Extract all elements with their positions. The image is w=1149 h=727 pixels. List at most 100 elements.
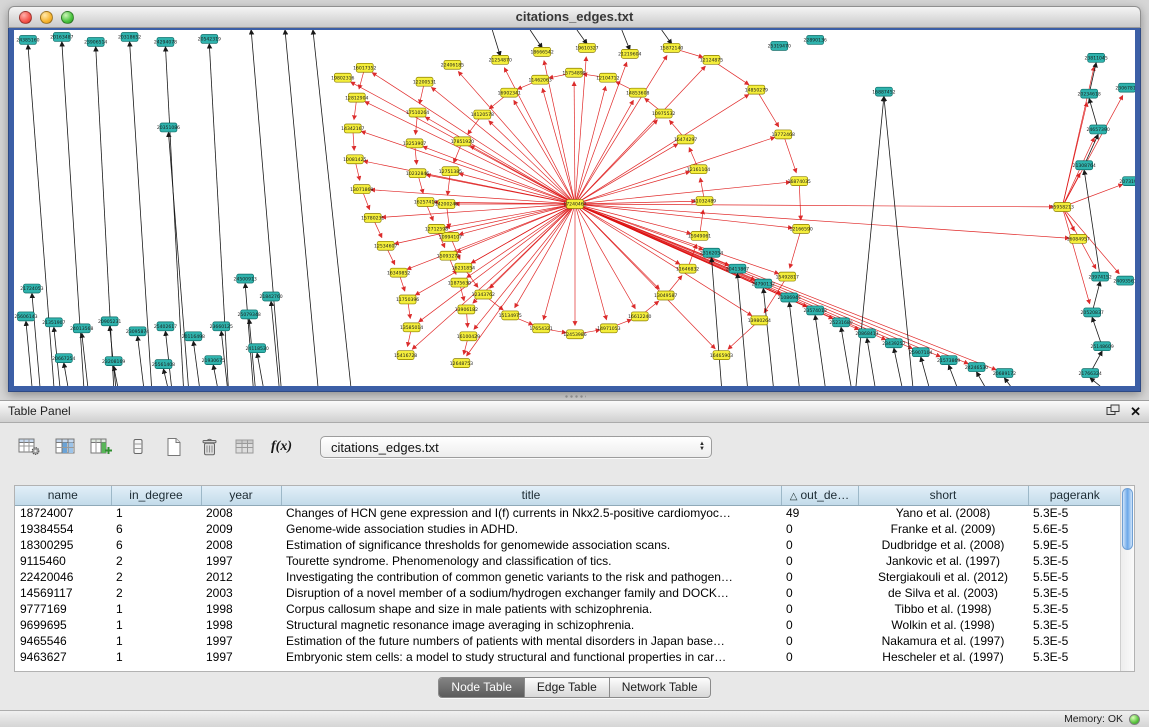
close-window-button[interactable] <box>19 11 32 24</box>
table-row[interactable]: 2242004622012Investigating the contribut… <box>15 569 1121 585</box>
table-row[interactable]: 911546021997Tourette syndrome. Phenomeno… <box>15 553 1121 569</box>
show-columns-button[interactable] <box>52 434 79 460</box>
table-row[interactable]: 1830029562008Estimation of significance … <box>15 537 1121 553</box>
graph-node[interactable]: 12648753 <box>450 359 473 368</box>
new-file-button[interactable] <box>160 434 187 460</box>
graph-node[interactable]: 19802316 <box>331 73 354 82</box>
close-panel-button[interactable]: ✕ <box>1130 401 1141 422</box>
column-header-in_degree[interactable]: in_degree <box>111 486 201 505</box>
graph-node[interactable]: 23660125 <box>210 322 233 331</box>
graph-node[interactable]: 24118530 <box>246 344 269 353</box>
graph-node[interactable]: 25079348 <box>238 310 261 319</box>
graph-node[interactable]: 15134975 <box>499 311 522 320</box>
column-header-name[interactable]: name <box>15 486 111 505</box>
graph-node[interactable]: 12751385 <box>439 167 462 176</box>
table-row[interactable]: 1872400712008Changes of HCN gene express… <box>15 505 1121 521</box>
graph-node[interactable]: 21219604 <box>618 49 641 58</box>
graph-node[interactable]: 17240462 <box>563 200 586 209</box>
column-header-short[interactable]: short <box>858 486 1028 505</box>
graph-node[interactable]: 11462063 <box>528 75 551 84</box>
graph-node[interactable]: 15416728 <box>394 351 417 360</box>
graph-node[interactable]: 15958213 <box>1051 203 1074 212</box>
graph-node[interactable]: 13071869 <box>350 185 373 194</box>
graph-node[interactable]: 21086945 <box>778 293 801 302</box>
graph-node[interactable]: 15780231 <box>361 213 384 222</box>
graph-node[interactable]: 21766324 <box>1079 369 1102 378</box>
graph-node[interactable]: 16257410 <box>414 198 437 207</box>
graph-node[interactable]: 20234618 <box>1078 89 1101 98</box>
graph-node[interactable]: 23095874 <box>126 327 149 336</box>
graph-node[interactable]: 14200246 <box>435 200 458 209</box>
graph-node[interactable]: 16017352 <box>353 63 376 72</box>
graph-node[interactable]: 20351086 <box>157 123 180 132</box>
graph-node[interactable]: 24093561 <box>1113 276 1135 285</box>
table-selector[interactable]: citations_edges.txt ▲▼ <box>320 436 712 458</box>
graph-node[interactable]: 23162054 <box>700 248 723 257</box>
graph-node[interactable]: 10081425 <box>343 155 366 164</box>
table-row[interactable]: 1938455462009Genome-wide association stu… <box>15 521 1121 537</box>
graph-node[interactable]: 16465903 <box>710 351 733 360</box>
graph-node[interactable]: 10232846 <box>406 169 429 178</box>
graph-node[interactable]: 13585014 <box>400 323 423 332</box>
graph-node[interactable]: 21573869 <box>937 356 960 365</box>
panel-splitter[interactable] <box>0 392 1149 400</box>
table-row[interactable]: 969969511998Structural magnetic resonanc… <box>15 617 1121 633</box>
graph-node[interactable]: 23439257 <box>882 339 905 348</box>
graph-node[interactable]: 24013568 <box>70 324 93 333</box>
graph-node[interactable]: 12343762 <box>472 290 495 299</box>
graph-node[interactable]: 21930675 <box>202 356 225 365</box>
graph-node[interactable]: 21724053 <box>20 284 43 293</box>
graph-node[interactable]: 23208169 <box>102 357 125 366</box>
graph-node[interactable]: 12534607 <box>374 241 397 250</box>
graph-node[interactable]: 23974152 <box>1088 272 1111 281</box>
graph-node[interactable]: 24500913 <box>234 274 257 283</box>
graph-node[interactable]: 12453986 <box>563 330 586 339</box>
graph-node[interactable]: 20413867 <box>726 264 749 273</box>
graph-node[interactable]: 11875630 <box>448 278 471 287</box>
graph-node[interactable]: 23574018 <box>804 306 827 315</box>
graph-node[interactable]: 19610327 <box>575 43 598 52</box>
table-row[interactable]: 946554611997Estimation of the future num… <box>15 633 1121 649</box>
graph-node[interactable]: 23906514 <box>84 37 107 46</box>
graph-node[interactable]: 20318652 <box>118 32 141 41</box>
graph-node[interactable]: 16887452 <box>872 87 895 96</box>
graph-node[interactable]: 10975532 <box>652 109 675 118</box>
graph-node[interactable]: 21842760 <box>259 292 282 301</box>
graph-node[interactable]: 16874035 <box>788 177 811 186</box>
tab-edge-table[interactable]: Edge Table <box>525 678 610 697</box>
tab-network-table[interactable]: Network Table <box>610 678 710 697</box>
graph-node[interactable]: 15093274 <box>437 251 460 260</box>
graph-node[interactable]: 15872140 <box>660 43 683 52</box>
graph-node[interactable]: 23067815 <box>1115 83 1135 92</box>
graph-node[interactable]: 12124875 <box>700 55 723 64</box>
graph-node[interactable]: 12161104 <box>687 165 710 174</box>
graph-node[interactable]: 12712598 <box>425 224 448 233</box>
graph-node[interactable]: 14971053 <box>597 324 620 333</box>
graph-node[interactable]: 20520837 <box>1081 308 1104 317</box>
graph-node[interactable]: 20542319 <box>198 34 221 43</box>
graph-node[interactable]: 21308764 <box>1073 161 1096 170</box>
graph-node[interactable]: 11032489 <box>693 197 716 206</box>
graph-node[interactable]: 16231854 <box>452 263 475 272</box>
column-header-pagerank[interactable]: pagerank <box>1028 486 1121 505</box>
table-row[interactable]: 977716911998Corpus callosum shape and si… <box>15 601 1121 617</box>
graph-node[interactable]: 14853608 <box>626 88 649 97</box>
table-scrollbar[interactable] <box>1120 486 1134 671</box>
delete-table-button[interactable] <box>196 434 223 460</box>
table-row[interactable]: 946362711997Embryonic stem cells: a mode… <box>15 649 1121 665</box>
graph-node[interactable]: 25907104 <box>909 348 932 357</box>
graph-node[interactable]: 15492817 <box>776 272 799 281</box>
scrollbar-thumb[interactable] <box>1122 488 1133 550</box>
graph-node[interactable]: 20163487 <box>50 32 73 41</box>
graph-node[interactable]: 17510264 <box>406 108 429 117</box>
graph-node[interactable]: 16100429 <box>457 332 480 341</box>
graph-node[interactable]: 13049587 <box>654 291 677 300</box>
graph-node[interactable]: 25231680 <box>829 318 852 327</box>
graph-node[interactable]: 20689172 <box>993 369 1016 378</box>
column-header-out_degree[interactable]: △out_de… <box>781 486 858 505</box>
graph-node[interactable]: 14850279 <box>745 85 768 94</box>
float-panel-button[interactable] <box>1106 403 1120 421</box>
graph-node[interactable]: 24385160 <box>16 35 39 44</box>
graph-node[interactable]: 25561408 <box>152 360 175 369</box>
graph-node[interactable]: 12200531 <box>413 77 436 86</box>
